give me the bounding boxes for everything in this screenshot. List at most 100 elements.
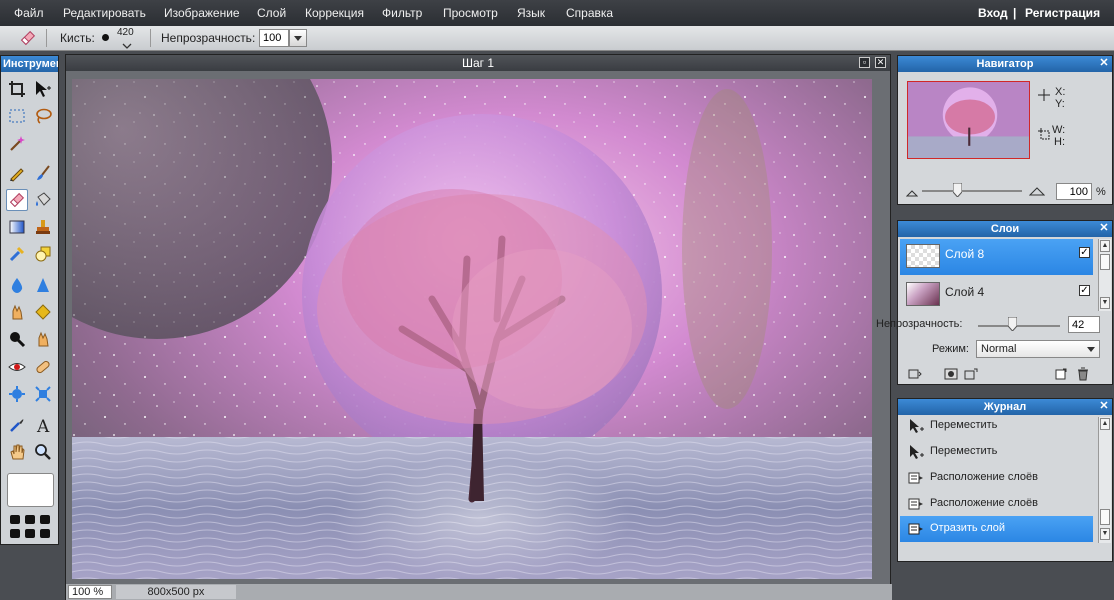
- blend-mode-value: Normal: [981, 343, 1017, 355]
- brush-dropdown-icon[interactable]: [120, 38, 134, 49]
- color-picker-tool-icon[interactable]: [6, 414, 28, 436]
- zoom-out-icon[interactable]: [905, 186, 919, 197]
- opacity-dropdown-button[interactable]: [289, 29, 307, 47]
- move-icon: [908, 444, 924, 460]
- menu-edit[interactable]: Редактировать: [63, 6, 146, 20]
- menu-language[interactable]: Язык: [517, 6, 545, 20]
- brush-preview-icon[interactable]: [102, 34, 109, 41]
- layer-styles-icon[interactable]: [964, 368, 978, 380]
- opacity-input[interactable]: [259, 29, 289, 47]
- nav-y-label: Y:: [1055, 98, 1065, 110]
- brush-size[interactable]: 420: [117, 27, 134, 38]
- nav-w-label: W:: [1052, 124, 1066, 136]
- close-icon[interactable]: ✕: [1099, 58, 1109, 69]
- register-link[interactable]: Регистрация: [1025, 6, 1100, 20]
- magic-wand-tool-icon[interactable]: [6, 132, 28, 154]
- fill-tool-icon[interactable]: [32, 189, 54, 211]
- eraser-tool-icon[interactable]: [6, 189, 28, 211]
- delete-layer-icon[interactable]: [1076, 367, 1090, 381]
- layers-header: Слои ✕: [898, 221, 1112, 237]
- burn-tool-icon[interactable]: [6, 328, 28, 350]
- menu-image[interactable]: Изображение: [164, 6, 240, 20]
- menu-file[interactable]: Файл: [14, 6, 44, 20]
- history-item-selected[interactable]: Отразить слой: [900, 516, 1093, 542]
- menu-view[interactable]: Просмотр: [443, 6, 498, 20]
- layer-visibility-checkbox[interactable]: ✓: [1079, 285, 1090, 296]
- zoom-field[interactable]: 100 %: [68, 585, 112, 599]
- chevron-down-icon: [1084, 342, 1098, 356]
- smudge-tool-icon[interactable]: [6, 301, 28, 323]
- bloat-tool-icon[interactable]: [6, 383, 28, 405]
- layer-opacity-input[interactable]: [1068, 316, 1100, 333]
- eraser-tool-icon[interactable]: [18, 28, 38, 48]
- menu-adjustments[interactable]: Коррекция: [305, 6, 364, 20]
- history-item[interactable]: Расположение слоёв: [900, 465, 1093, 491]
- close-icon[interactable]: ✕: [1099, 223, 1109, 234]
- blur-tool-icon[interactable]: [6, 274, 28, 296]
- blend-mode-select[interactable]: Normal: [976, 340, 1100, 358]
- layer-settings-icon[interactable]: [908, 368, 922, 380]
- navigator-title: Навигатор: [976, 58, 1034, 70]
- layer-mask-icon[interactable]: [944, 368, 958, 380]
- sponge-tool-icon[interactable]: [32, 301, 54, 323]
- sharpen-tool-icon[interactable]: [32, 274, 54, 296]
- dodge-tool-icon[interactable]: [32, 328, 54, 350]
- scroll-up-icon[interactable]: ▲: [1100, 418, 1110, 430]
- nav-zoom-unit: %: [1096, 186, 1106, 198]
- color-swatch[interactable]: [7, 473, 54, 507]
- zoom-slider-track[interactable]: [922, 190, 1022, 192]
- menu-help[interactable]: Справка: [566, 6, 613, 20]
- scroll-thumb[interactable]: [1100, 509, 1110, 525]
- history-item[interactable]: Переместить: [900, 413, 1093, 439]
- brush-tool-icon[interactable]: [32, 162, 54, 184]
- menu-layer[interactable]: Слой: [257, 6, 286, 20]
- scroll-down-icon[interactable]: ▼: [1100, 528, 1110, 540]
- marquee-tool-icon[interactable]: [6, 105, 28, 127]
- grid-icon[interactable]: [9, 514, 51, 540]
- menu-filter[interactable]: Фильтр: [382, 6, 422, 20]
- move-tool-icon[interactable]: [32, 78, 54, 100]
- color-replace-tool-icon[interactable]: [6, 243, 28, 265]
- layer-row-selected[interactable]: Слой 8 ✓: [900, 239, 1093, 275]
- history-item-label: Отразить слой: [930, 522, 1006, 534]
- zoom-in-icon[interactable]: [1028, 185, 1046, 196]
- layers-scrollbar[interactable]: ▲ ▼: [1098, 239, 1111, 311]
- new-layer-icon[interactable]: [1054, 368, 1068, 380]
- layer-row[interactable]: Слой 4 ✓: [900, 277, 1093, 313]
- toolbar-separator: [46, 29, 47, 47]
- flip-layer-icon: [908, 521, 924, 537]
- lasso-tool-icon[interactable]: [32, 105, 54, 127]
- canvas-image[interactable]: [72, 79, 872, 579]
- spot-heal-tool-icon[interactable]: [32, 356, 54, 378]
- history-item-label: Переместить: [930, 445, 998, 457]
- chevron-down-icon: [294, 36, 302, 41]
- scroll-thumb[interactable]: [1100, 254, 1110, 270]
- nav-zoom-input[interactable]: [1056, 183, 1092, 200]
- maximize-icon[interactable]: ▫: [859, 57, 870, 68]
- toolbar-separator: [150, 29, 151, 47]
- history-item[interactable]: Переместить: [900, 439, 1093, 465]
- history-item[interactable]: Расположение слоёв: [900, 491, 1093, 517]
- navigator-header: Навигатор ✕: [898, 56, 1112, 72]
- crop-tool-icon[interactable]: [6, 78, 28, 100]
- scroll-up-icon[interactable]: ▲: [1100, 240, 1110, 252]
- gradient-tool-icon[interactable]: [6, 216, 28, 238]
- pencil-tool-icon[interactable]: [6, 162, 28, 184]
- zoom-tool-icon[interactable]: [32, 441, 54, 463]
- layer-opacity-thumb[interactable]: [1007, 316, 1018, 332]
- login-link[interactable]: Вход: [978, 6, 1008, 20]
- shape-tool-icon[interactable]: [32, 243, 54, 265]
- close-icon[interactable]: ✕: [1099, 401, 1109, 412]
- red-eye-tool-icon[interactable]: [6, 356, 28, 378]
- type-tool-icon[interactable]: A: [32, 414, 54, 436]
- navigator-preview[interactable]: [907, 81, 1030, 159]
- layer-opacity-track[interactable]: [978, 325, 1060, 327]
- pinch-tool-icon[interactable]: [32, 383, 54, 405]
- zoom-slider-thumb[interactable]: [952, 182, 963, 198]
- hand-tool-icon[interactable]: [6, 441, 28, 463]
- clone-stamp-tool-icon[interactable]: [32, 216, 54, 238]
- scroll-down-icon[interactable]: ▼: [1100, 297, 1110, 309]
- layer-visibility-checkbox[interactable]: ✓: [1079, 247, 1090, 258]
- close-icon[interactable]: ✕: [875, 57, 886, 68]
- history-scrollbar[interactable]: ▲ ▼: [1098, 417, 1111, 543]
